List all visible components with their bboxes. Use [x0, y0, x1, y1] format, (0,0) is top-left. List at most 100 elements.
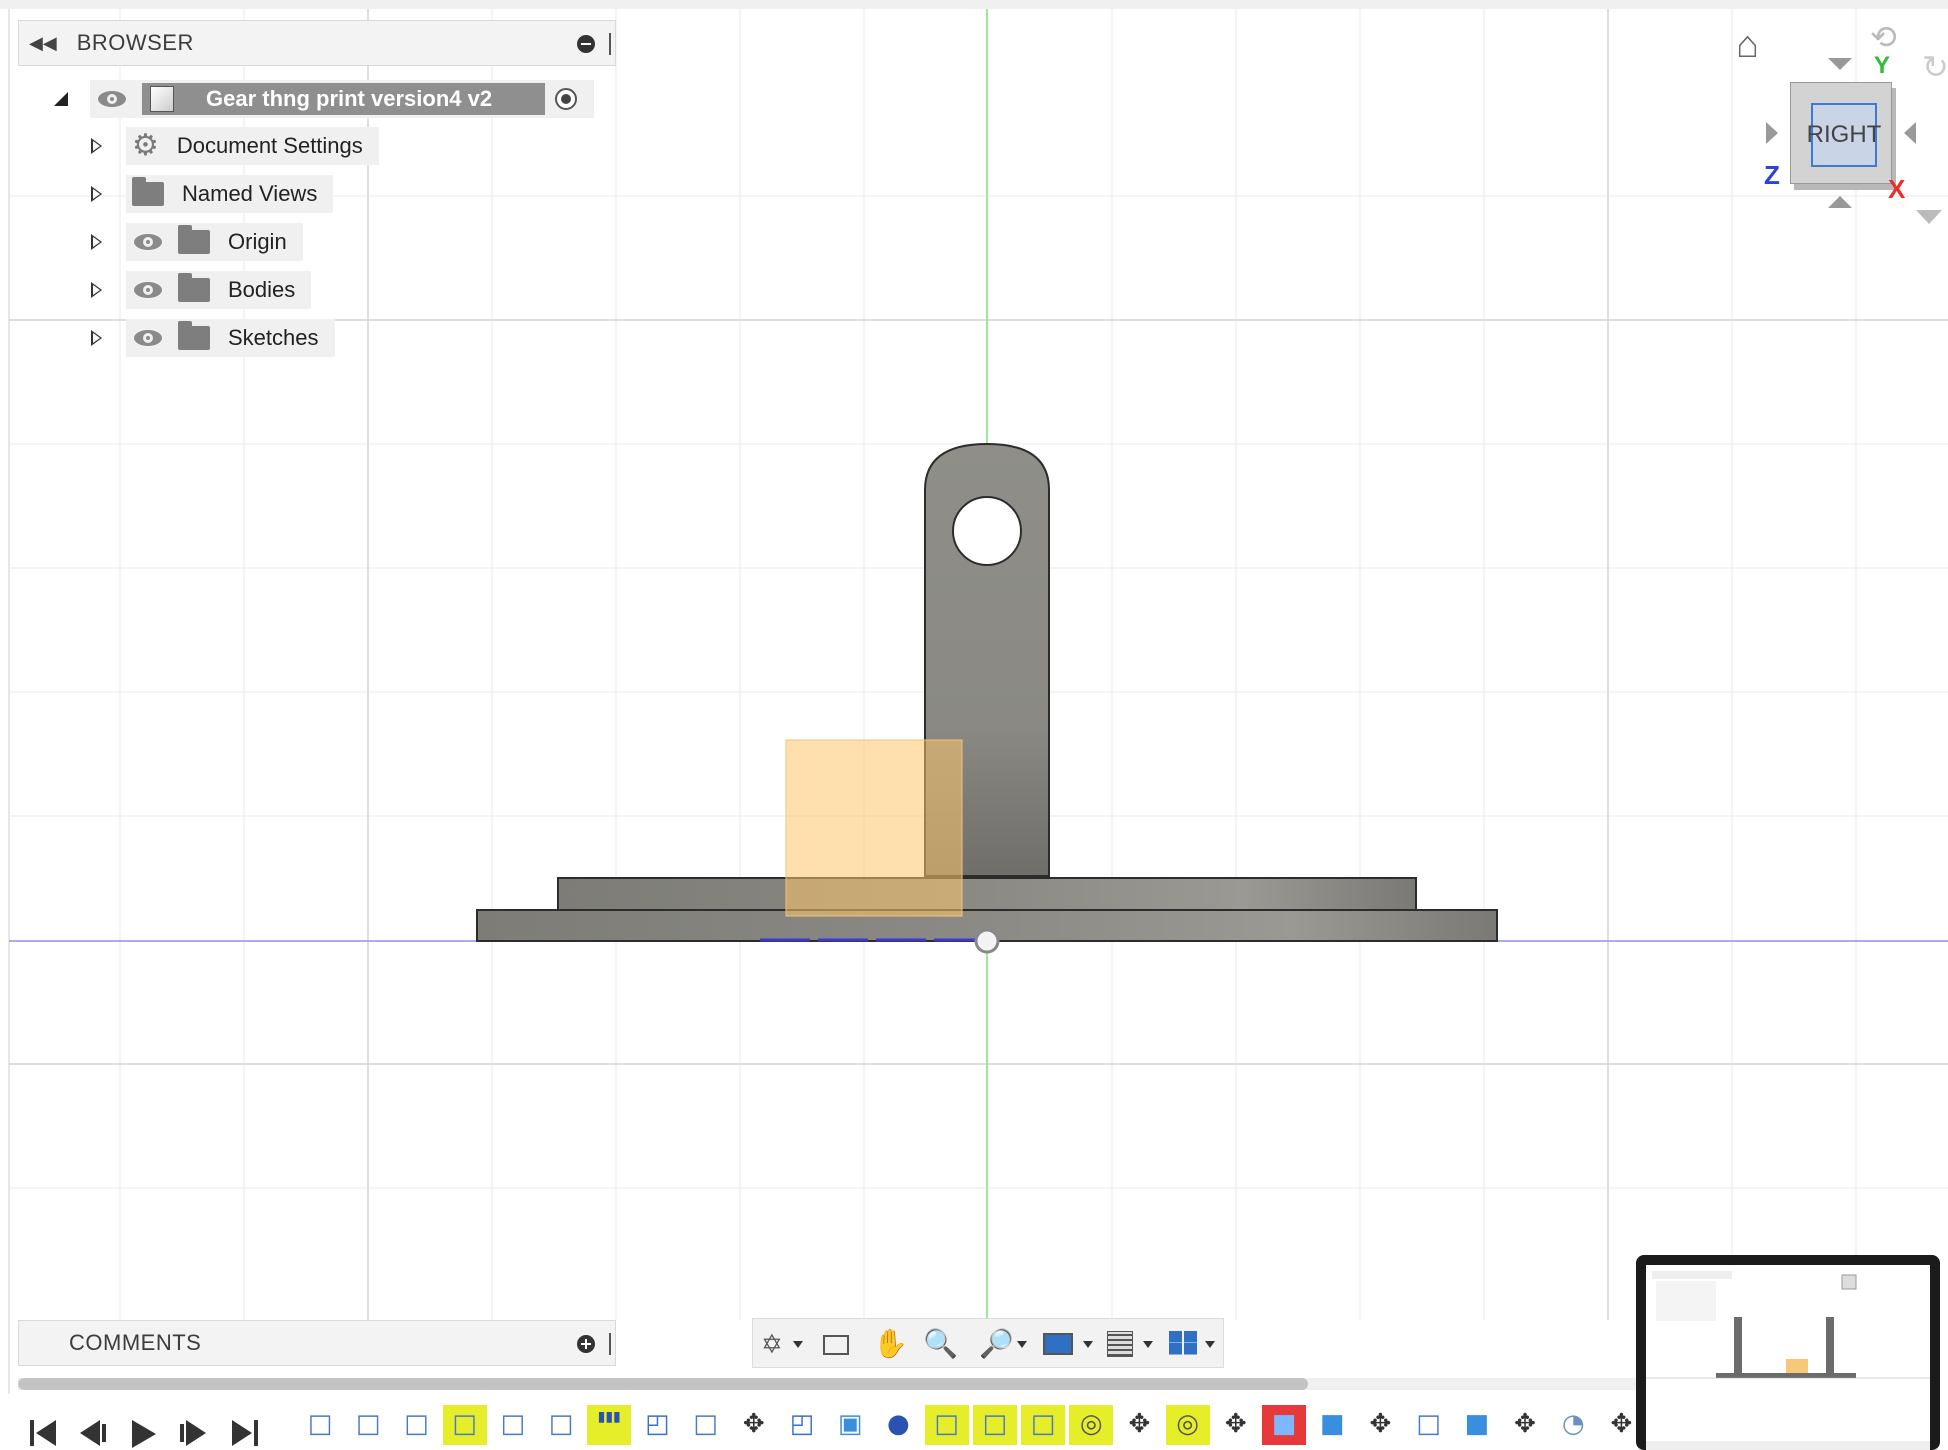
timeline-feature[interactable]: ◎: [1069, 1405, 1114, 1445]
minimize-icon[interactable]: [577, 35, 595, 53]
timeline-feature[interactable]: ●: [876, 1405, 920, 1445]
collapse-triangle-icon[interactable]: [54, 92, 68, 106]
viewcube-face-label[interactable]: RIGHT: [1807, 103, 1881, 167]
timeline-feature[interactable]: ✥: [1214, 1405, 1258, 1445]
tree-item-document-settings[interactable]: ⚙ Document Settings: [126, 127, 379, 165]
pan-icon[interactable]: ✋: [873, 1330, 908, 1358]
combine-icon: ■: [1271, 1409, 1297, 1439]
orbit-dropdown-icon[interactable]: [793, 1341, 803, 1348]
timeline-feature[interactable]: ◰: [780, 1405, 824, 1445]
display-settings-icon[interactable]: [1043, 1333, 1073, 1355]
box-icon: ■: [1464, 1409, 1490, 1439]
tree-item-label: Bodies: [228, 277, 296, 302]
arrow-up-icon[interactable]: [1828, 58, 1852, 70]
tree-item-sketches[interactable]: Sketches: [126, 319, 335, 357]
expand-triangle-icon[interactable]: [91, 330, 102, 346]
timeline-feature[interactable]: □: [298, 1405, 342, 1445]
timeline-feature[interactable]: □: [539, 1405, 583, 1445]
arrow-right-icon[interactable]: [1904, 122, 1916, 144]
timeline-feature[interactable]: ✥: [1503, 1405, 1547, 1445]
timeline-feature[interactable]: ◔: [1551, 1405, 1595, 1445]
rotate-right-icon[interactable]: ↻: [1922, 48, 1948, 86]
sketch-icon: □: [500, 1409, 526, 1439]
selected-body[interactable]: [785, 739, 963, 917]
root-highlight[interactable]: Gear thng print version4 v2: [142, 83, 545, 115]
arrow-left-icon[interactable]: [1766, 122, 1778, 144]
activate-radio-icon[interactable]: [555, 88, 577, 110]
tree-item-origin[interactable]: Origin: [126, 223, 303, 261]
timeline-feature[interactable]: □: [491, 1405, 535, 1445]
skip-to-start-icon[interactable]: [30, 1420, 60, 1446]
sketch-icon: □: [693, 1409, 718, 1439]
sketch-icon: □: [404, 1409, 429, 1439]
orbit-icon[interactable]: ✡: [761, 1331, 787, 1357]
timeline-feature[interactable]: ✥: [1358, 1405, 1402, 1445]
timeline-feature[interactable]: ▮▮▮: [587, 1405, 632, 1445]
panel-grip-icon[interactable]: [609, 1333, 611, 1355]
view-dropdown-icon[interactable]: [1916, 210, 1942, 224]
timeline-feature[interactable]: ◎: [1165, 1405, 1210, 1445]
model-canvas[interactable]: [0, 0, 1948, 1450]
look-at-icon[interactable]: [823, 1335, 849, 1355]
timeline-feature[interactable]: □: [346, 1405, 390, 1445]
tree-item-bodies[interactable]: Bodies: [126, 271, 312, 309]
sketch-icon: □: [548, 1409, 574, 1439]
collapse-icon[interactable]: ◀◀: [29, 33, 57, 54]
skip-to-end-icon[interactable]: [232, 1420, 262, 1446]
display-dropdown-icon[interactable]: [1083, 1341, 1093, 1348]
zoom-icon[interactable]: 🔍: [923, 1330, 958, 1358]
timeline-feature[interactable]: □: [1407, 1405, 1451, 1445]
tree-item-label: Document Settings: [176, 133, 363, 158]
timeline-feature[interactable]: ■: [1455, 1405, 1499, 1445]
expand-triangle-icon[interactable]: [91, 186, 102, 202]
visibility-eye-icon[interactable]: [134, 330, 162, 346]
screen-thumbnail[interactable]: [1636, 1255, 1940, 1450]
viewports-dropdown-icon[interactable]: [1205, 1341, 1215, 1348]
timeline-feature[interactable]: ■: [1310, 1405, 1354, 1445]
expand-triangle-icon[interactable]: [91, 234, 102, 250]
timeline-feature[interactable]: ✥: [732, 1405, 776, 1445]
timeline-feature[interactable]: □: [972, 1405, 1017, 1445]
fit-icon[interactable]: 🔎: [979, 1330, 1014, 1358]
grid-dropdown-icon[interactable]: [1143, 1341, 1153, 1348]
extrude-icon: ▣: [837, 1409, 863, 1439]
timeline-feature[interactable]: □: [1021, 1405, 1065, 1445]
upper-plate[interactable]: [557, 877, 1417, 911]
comments-panel-header[interactable]: COMMENTS: [18, 1320, 616, 1366]
visibility-eye-icon[interactable]: [98, 91, 126, 107]
browser-panel-header[interactable]: ◀◀ BROWSER: [18, 20, 616, 66]
home-icon[interactable]: ⌂: [1736, 26, 1759, 64]
timeline-feature[interactable]: ✥: [1117, 1405, 1161, 1445]
add-comment-icon[interactable]: [577, 1335, 595, 1353]
timeline-feature[interactable]: ▣: [828, 1405, 872, 1445]
timeline-feature[interactable]: ◰: [635, 1405, 679, 1445]
grid-icon[interactable]: [1107, 1331, 1133, 1357]
timeline-feature[interactable]: □: [684, 1405, 728, 1445]
origin-point[interactable]: [974, 928, 1000, 954]
expand-triangle-icon[interactable]: [91, 138, 102, 154]
viewcube-face[interactable]: RIGHT: [1790, 82, 1892, 184]
tree-item-named-views[interactable]: Named Views: [126, 175, 334, 213]
browser-title: BROWSER: [76, 30, 194, 55]
rotate-left-icon[interactable]: ⟲: [1870, 18, 1897, 56]
play-icon[interactable]: [132, 1420, 158, 1448]
timeline-feature[interactable]: ■: [1262, 1405, 1306, 1445]
canvas-viewport[interactable]: [0, 0, 1948, 1450]
panel-grip-icon[interactable]: [609, 33, 611, 55]
post-hole[interactable]: [952, 496, 1022, 566]
timeline-feature[interactable]: □: [924, 1405, 969, 1445]
timeline-scrollbar-thumb[interactable]: [18, 1378, 1308, 1390]
fit-dropdown-icon[interactable]: [1017, 1341, 1027, 1348]
move-icon: ✥: [1128, 1409, 1151, 1439]
root-row[interactable]: Gear thng print version4 v2: [90, 80, 594, 118]
step-forward-icon[interactable]: [180, 1420, 210, 1446]
visibility-eye-icon[interactable]: [134, 282, 162, 298]
arrow-down-icon[interactable]: [1828, 196, 1852, 208]
step-back-icon[interactable]: [80, 1420, 110, 1446]
timeline-feature[interactable]: □: [394, 1405, 438, 1445]
tree-root[interactable]: Gear thng print version4 v2: [54, 80, 594, 118]
timeline-feature[interactable]: □: [442, 1405, 487, 1445]
visibility-eye-icon[interactable]: [134, 234, 162, 250]
expand-triangle-icon[interactable]: [91, 282, 102, 298]
viewports-icon[interactable]: [1169, 1331, 1197, 1355]
